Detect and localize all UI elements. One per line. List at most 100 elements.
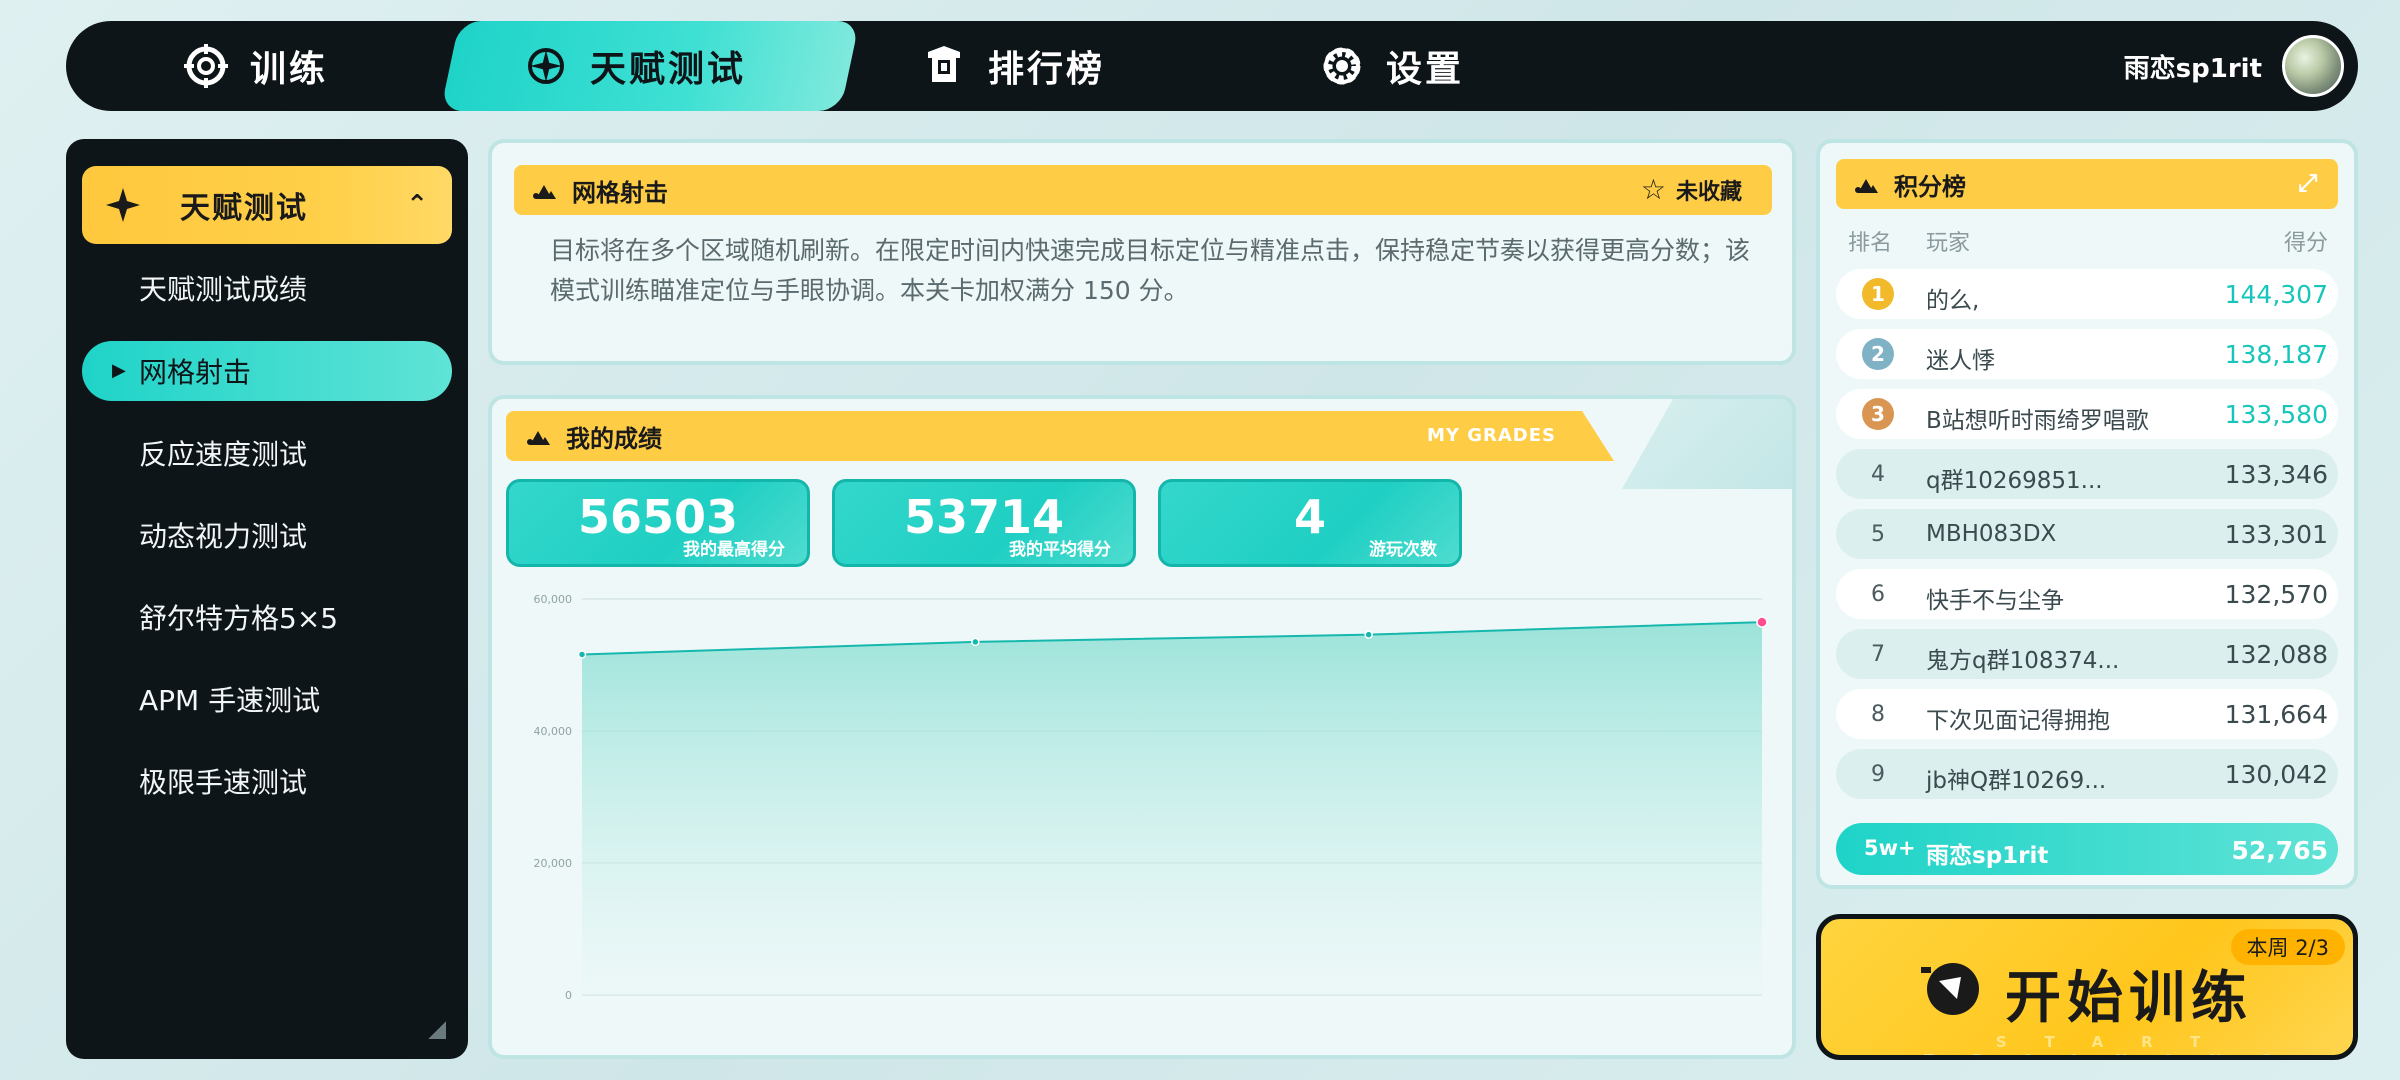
expand-icon[interactable]: ⤢: [2298, 169, 2324, 197]
player-score: 132,570: [2224, 580, 2328, 609]
player-score: 130,042: [2224, 760, 2328, 789]
rank-number: 9: [1871, 761, 1885, 787]
stat-card-play-count: 4 游玩次数: [1158, 479, 1462, 567]
description-header: 网格射击 ☆ 未收藏: [514, 165, 1772, 215]
leaderboard-row[interactable]: 4 q群10269851... 133,346: [1836, 449, 2338, 499]
sidebar-item-schulte[interactable]: 舒尔特方格5×5: [82, 587, 452, 647]
description-panel: 网格射击 ☆ 未收藏 目标将在多个区域随机刷新。在限定时间内快速完成目标定位与精…: [488, 139, 1796, 365]
player-name: B站想听时雨绮罗唱歌: [1926, 408, 2149, 434]
mode-title: 网格射击: [572, 178, 668, 207]
tab-training[interactable]: 训练: [184, 21, 328, 111]
mountain-icon: [527, 431, 550, 445]
leaderboard-row[interactable]: 8 下次见面记得拥抱 131,664: [1836, 689, 2338, 739]
top-nav: 训练 天赋测试 排行榜 设置 雨恋sp1rit: [66, 21, 2358, 111]
my-name: 雨恋sp1rit: [1926, 843, 2049, 869]
player-score: 144,307: [2224, 280, 2328, 309]
star-icon: ☆: [1640, 173, 1666, 206]
user-profile[interactable]: 雨恋sp1rit: [2124, 29, 2344, 103]
tab-leaderboard-label: 排行榜: [988, 49, 1106, 90]
sidebar-item-label: APM 手速测试: [139, 684, 321, 717]
player-name: 快手不与尘争: [1926, 588, 2064, 614]
stat-label: 我的平均得分: [1009, 540, 1111, 560]
rank-number: 5: [1871, 521, 1885, 547]
data-point[interactable]: [1756, 616, 1768, 628]
player-name: 的么,: [1926, 288, 1980, 314]
rank-number: 6: [1871, 581, 1885, 607]
score-chart: 60,000 40,000 20,000 0: [534, 593, 1768, 1002]
tab-leaderboard[interactable]: 排行榜: [922, 21, 1105, 111]
stat-label: 我的最高得分: [683, 540, 785, 560]
start-training-button[interactable]: 开始训练 START TRAINING 本周 2/3: [1816, 914, 2358, 1060]
leaderboard-title: 积分榜: [1894, 172, 1966, 201]
player-name: q群10269851...: [1926, 468, 2103, 494]
column-score: 得分: [2283, 231, 2328, 256]
leaderboard-columns: 排名 玩家 得分: [1836, 225, 2338, 256]
column-rank: 排名: [1848, 231, 1893, 256]
silver-medal-icon: 2: [1862, 338, 1894, 370]
data-point[interactable]: [971, 637, 980, 647]
sidebar-header[interactable]: 天赋测试 ⌃: [82, 166, 452, 244]
player-score: 133,580: [2224, 400, 2328, 429]
tab-settings[interactable]: 设置: [1320, 21, 1464, 111]
y-tick-label: 0: [565, 989, 572, 1002]
data-point[interactable]: [577, 650, 587, 659]
column-player: 玩家: [1926, 231, 1971, 256]
leaderboard-row[interactable]: 1 的么, 144,307: [1836, 269, 2338, 319]
tab-talent-test[interactable]: 天赋测试: [524, 21, 746, 111]
username: 雨恋sp1rit: [2123, 53, 2262, 84]
resize-handle-icon[interactable]: [428, 1021, 446, 1039]
sidebar-item-label: 天赋测试成绩: [139, 273, 308, 306]
grades-subtitle: MY GRADES: [1427, 425, 1556, 446]
sidebar-item-label: 舒尔特方格5×5: [139, 602, 339, 635]
sidebar-item-label: 动态视力测试: [139, 520, 308, 553]
score-area: [582, 622, 1762, 995]
y-tick-label: 40,000: [534, 725, 573, 738]
player-score: 133,346: [2224, 460, 2328, 489]
sidebar-item-label: 网格射击: [139, 356, 252, 389]
leaderboard-panel: 积分榜 ⤢ 排名 玩家 得分 1 的么, 144,307 2 迷人悸 138,1…: [1816, 139, 2358, 889]
stat-card-average: 53714 我的平均得分: [832, 479, 1136, 567]
leaderboard-row[interactable]: 7 鬼方q群108374... 132,088: [1836, 629, 2338, 679]
player-score: 138,187: [2224, 340, 2328, 369]
tab-talent-test-label: 天赋测试: [590, 49, 747, 90]
leaderboard-row[interactable]: 3 B站想听时雨绮罗唱歌 133,580: [1836, 389, 2338, 439]
avatar[interactable]: [2282, 35, 2344, 97]
grades-header: 我的成绩 MY GRADES: [506, 411, 1614, 461]
favorite-button[interactable]: ☆ 未收藏: [1641, 173, 1742, 206]
sidebar-item-extreme-speed[interactable]: 极限手速测试: [82, 751, 452, 811]
sidebar-item-results[interactable]: 天赋测试成绩: [82, 258, 452, 318]
leaderboard-row[interactable]: 2 迷人悸 138,187: [1836, 329, 2338, 379]
gear-icon: [1323, 47, 1361, 85]
sidebar-item-label: 反应速度测试: [139, 438, 308, 471]
data-point[interactable]: [1364, 630, 1373, 639]
grades-panel: 我的成绩 MY GRADES 56503 我的最高得分 53714 我的平均得分…: [488, 395, 1796, 1059]
player-name: 迷人悸: [1926, 348, 1995, 374]
sidebar-item-apm[interactable]: APM 手速测试: [82, 669, 452, 729]
my-score: 52,765: [2231, 836, 2328, 865]
target-logo-icon: [1921, 963, 1979, 1015]
sparkle-icon: [106, 188, 140, 222]
chevron-up-icon[interactable]: ⌃: [406, 190, 430, 220]
mountain-icon: [533, 185, 556, 199]
player-name: 鬼方q群108374...: [1926, 648, 2120, 674]
leaderboard-row[interactable]: 6 快手不与尘争 132,570: [1836, 569, 2338, 619]
player-name: MBH083DX: [1926, 521, 2057, 547]
gold-medal-icon: 1: [1862, 278, 1894, 310]
rank-number: 8: [1871, 701, 1885, 727]
bronze-medal-icon: 3: [1862, 398, 1894, 430]
sidebar-item-grid-shooting[interactable]: ▶ 网格射击: [82, 341, 452, 401]
stat-label: 游玩次数: [1369, 540, 1437, 560]
grades-title: 我的成绩: [566, 424, 662, 453]
sidebar-item-dynamic-vision[interactable]: 动态视力测试: [82, 505, 452, 565]
leaderboard-row[interactable]: 5 MBH083DX 133,301: [1836, 509, 2338, 559]
player-score: 133,301: [2224, 520, 2328, 549]
trophy-icon: [928, 46, 960, 82]
y-tick-label: 60,000: [534, 593, 573, 606]
compass-icon: [528, 48, 564, 84]
tab-training-label: 训练: [250, 49, 329, 90]
my-rank-row[interactable]: 5w+ 雨恋sp1rit 52,765: [1836, 823, 2338, 875]
stat-card-best: 56503 我的最高得分: [506, 479, 810, 567]
leaderboard-row[interactable]: 9 jb神Q群10269... 130,042: [1836, 749, 2338, 799]
sidebar-item-reaction[interactable]: 反应速度测试: [82, 423, 452, 483]
play-icon: ▶: [112, 360, 126, 381]
